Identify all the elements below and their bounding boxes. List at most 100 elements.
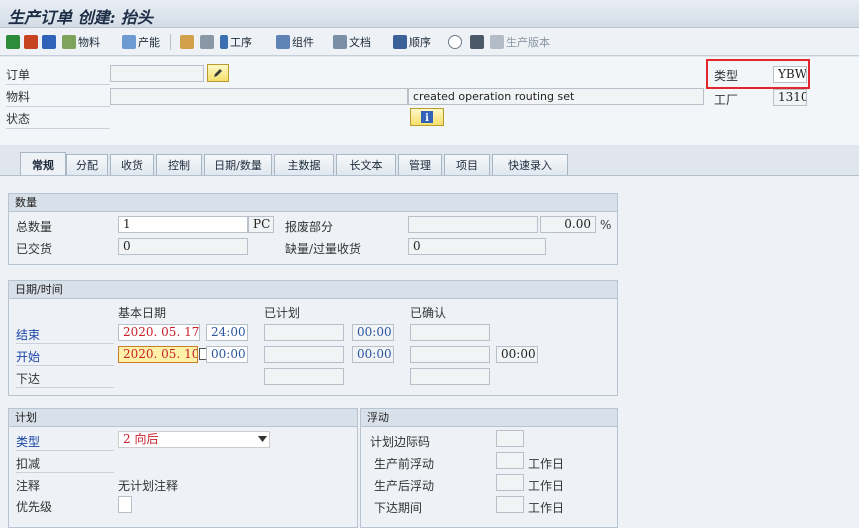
capacity-icon (122, 35, 136, 49)
scheduled-header: 已计划 (264, 306, 301, 320)
production-version-button[interactable]: 生产版本 (490, 33, 550, 51)
scrap-label: 报废部分 (285, 220, 334, 234)
basic-date-header: 基本日期 (118, 306, 167, 320)
object-icon[interactable] (448, 33, 464, 51)
tab-control[interactable]: 控制 (156, 154, 202, 175)
plant-label: 工厂 (714, 93, 739, 107)
tab-administration[interactable]: 管理 (398, 154, 442, 175)
delivered-label: 已交货 (16, 242, 53, 256)
confirmed-end-date (410, 324, 490, 341)
confirmed-release-date (410, 368, 490, 385)
float-after-label: 生产后浮动 (374, 479, 435, 493)
float-before-label: 生产前浮动 (374, 457, 435, 471)
margin-key-label: 计划边际码 (370, 435, 431, 449)
basic-end-date[interactable]: 2020. 05. 17 (118, 324, 200, 341)
release-period-field (496, 496, 524, 513)
order-field[interactable] (110, 65, 204, 82)
sequence-button[interactable]: 顺序 (393, 33, 431, 51)
material-description: created operation routing set (408, 88, 704, 105)
scheduled-release-date (264, 368, 344, 385)
tab-dates-quantities[interactable]: 日期/数量 (204, 154, 272, 175)
scheduled-start-time: 00:00 (352, 346, 394, 363)
tab-assignment[interactable]: 分配 (66, 154, 108, 175)
start-label: 开始 (16, 350, 41, 364)
percent-sign: % (600, 218, 612, 232)
prodversion-icon (490, 35, 504, 49)
documents-button[interactable]: 文档 (333, 33, 371, 51)
scheduling-type-select[interactable]: 2 向后 (118, 431, 270, 448)
confirmed-header: 已确认 (410, 306, 447, 320)
print-icon[interactable] (200, 33, 216, 51)
basic-start-date[interactable]: 2020. 05. 10 (118, 346, 198, 363)
basic-start-time[interactable]: 00:00 (206, 346, 248, 363)
confirmed-start-date (410, 346, 490, 363)
release-period-unit: 工作日 (528, 501, 565, 515)
list-doc-icon[interactable] (42, 33, 58, 51)
hierarchy-icon[interactable] (180, 33, 196, 51)
total-qty-field[interactable]: 1 (118, 216, 248, 233)
dates-title: 日期/时间 (9, 281, 617, 299)
components-icon (276, 35, 290, 49)
plant-field[interactable]: 1310 (773, 89, 807, 106)
highlight-box (706, 59, 810, 89)
material-label: 物料 (6, 90, 31, 104)
reduction-label: 扣减 (16, 457, 41, 471)
order-label: 订单 (6, 68, 31, 82)
operations-button[interactable]: 工序 (220, 33, 252, 51)
scheduling-group: 计划 (8, 408, 358, 528)
material-button[interactable]: 物料 (62, 33, 100, 51)
title-bar: 生产订单 创建: 抬头 (0, 0, 859, 28)
header-doc-icon[interactable] (24, 33, 40, 51)
tab-goods-receipt[interactable]: 收货 (110, 154, 154, 175)
total-qty-label: 总数量 (16, 220, 53, 234)
tab-general[interactable]: 常规 (20, 152, 66, 176)
delivered-field: 0 (118, 238, 248, 255)
scheduled-end-time: 00:00 (352, 324, 394, 341)
sequence-icon (393, 35, 407, 49)
float-after-field (496, 474, 524, 491)
quantity-title: 数量 (9, 194, 617, 212)
scheduling-title: 计划 (9, 409, 357, 427)
scheduled-start-date (264, 346, 344, 363)
release-period-label: 下达期间 (374, 501, 423, 515)
float-after-unit: 工作日 (528, 479, 565, 493)
status-label: 状态 (6, 112, 31, 126)
end-label: 结束 (16, 328, 41, 342)
tab-master-data[interactable]: 主数据 (274, 154, 334, 175)
short-over-label: 缺量/过量收货 (285, 242, 362, 256)
float-before-unit: 工作日 (528, 457, 565, 471)
application-toolbar: 物料 产能 工序 组件 文档 顺序 生产版本 (0, 28, 859, 56)
note-value: 无计划注释 (118, 479, 179, 493)
tab-project[interactable]: 项目 (444, 154, 490, 175)
note-label: 注释 (16, 479, 41, 493)
documents-icon (333, 35, 347, 49)
float-before-field (496, 452, 524, 469)
scrap-percent-field[interactable]: 0.00 (540, 216, 596, 233)
tab-quick-entry[interactable]: 快速录入 (492, 154, 568, 175)
svg-text:i: i (425, 113, 429, 124)
basic-end-time[interactable]: 24:00 (206, 324, 248, 341)
material-field[interactable] (110, 88, 408, 105)
components-button[interactable]: 组件 (276, 33, 314, 51)
scheduling-type-label: 类型 (16, 435, 41, 449)
edit-order-button[interactable] (207, 64, 229, 82)
scrap-field[interactable] (408, 216, 538, 233)
capacity-button[interactable]: 产能 (122, 33, 160, 51)
window-title: 生产订单 创建: 抬头 (8, 8, 154, 27)
unit-field: PC (248, 216, 274, 233)
flag-icon[interactable] (6, 33, 22, 51)
scheduled-end-date (264, 324, 344, 341)
tab-strip: 常规 分配 收货 控制 日期/数量 主数据 长文本 管理 项目 快速录入 (0, 148, 859, 176)
float-title: 浮动 (361, 409, 617, 427)
tab-long-text[interactable]: 长文本 (336, 154, 396, 175)
chevron-down-icon[interactable] (258, 436, 267, 443)
margin-key-field[interactable] (496, 430, 524, 447)
short-over-field: 0 (408, 238, 546, 255)
grid-icon[interactable] (470, 33, 486, 51)
material-icon (62, 35, 76, 49)
release-label: 下达 (16, 372, 41, 386)
status-info-button[interactable]: i (410, 108, 444, 126)
operations-icon (220, 35, 228, 49)
priority-field[interactable] (118, 496, 132, 513)
pencil-icon (214, 69, 222, 77)
